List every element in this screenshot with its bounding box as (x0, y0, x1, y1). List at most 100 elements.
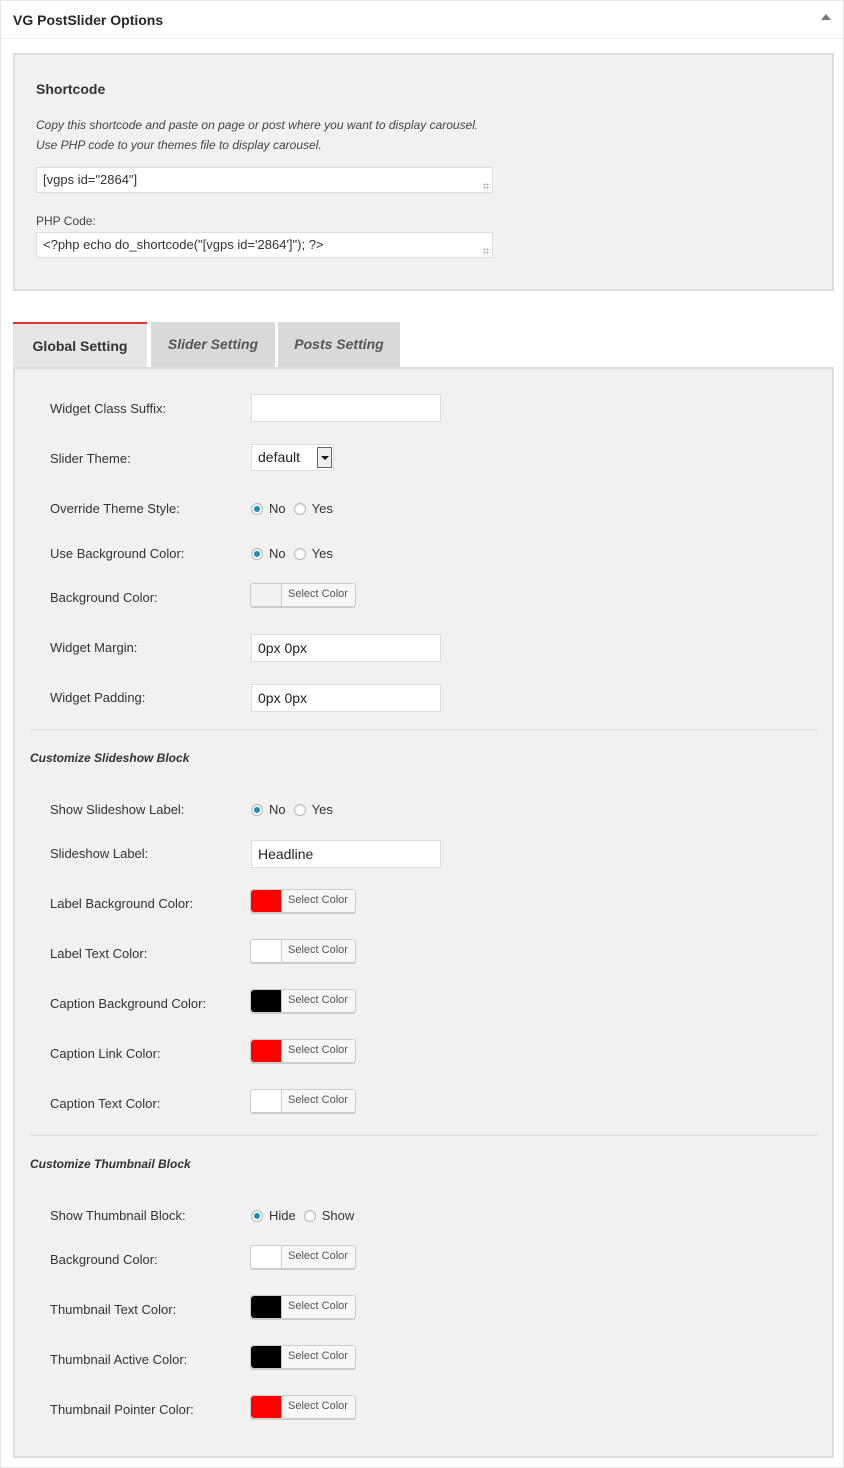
divider (31, 1135, 817, 1136)
select-color-label: Select Color (288, 1300, 348, 1312)
slider-theme-label: Slider Theme: (50, 451, 131, 466)
color-swatch (251, 584, 282, 606)
thumbnail-pointer-color-picker[interactable]: Select Color (250, 1395, 356, 1419)
thumbnail-pointer-color-label: Thumbnail Pointer Color: (50, 1402, 194, 1417)
show-slideshow-label-radios: No Yes (251, 802, 341, 818)
thumbnail-active-color-label: Thumbnail Active Color: (50, 1352, 188, 1367)
shortcode-value: [vgps id="2864"] (43, 172, 138, 187)
select-color-label: Select Color (288, 1350, 348, 1362)
color-swatch (251, 1040, 282, 1062)
select-color-label: Select Color (288, 1250, 348, 1262)
caption-text-color-label: Caption Text Color: (50, 1096, 161, 1111)
widget-class-suffix-input[interactable] (251, 394, 441, 422)
thumbnail-show-label: Show (321, 1208, 355, 1223)
metabox-header[interactable]: VG PostSlider Options (1, 1, 843, 39)
php-code-textarea[interactable]: <?php echo do_shortcode("[vgps id='2864'… (36, 232, 493, 258)
slider-theme-value: default (258, 449, 301, 465)
color-swatch (251, 1396, 282, 1418)
show-label-yes-radio[interactable] (293, 804, 306, 816)
slider-theme-select[interactable]: default (251, 444, 334, 471)
shortcode-textarea[interactable]: [vgps id="2864"] (36, 167, 493, 193)
override-yes-radio[interactable] (293, 503, 306, 515)
collapse-arrow-icon[interactable] (821, 14, 831, 20)
show-slideshow-label-label: Show Slideshow Label: (50, 802, 185, 817)
show-label-no-label: No (269, 802, 286, 817)
select-color-label: Select Color (288, 944, 348, 956)
caption-link-color-picker[interactable]: Select Color (250, 1039, 356, 1063)
use-background-color-label: Use Background Color: (50, 546, 185, 561)
php-code-value: <?php echo do_shortcode("[vgps id='2864'… (43, 237, 324, 252)
thumbnail-active-color-picker[interactable]: Select Color (250, 1345, 356, 1369)
background-color-picker[interactable]: Select Color (250, 583, 356, 607)
thumbnail-background-color-label: Background Color: (50, 1252, 158, 1267)
widget-margin-input[interactable]: 0px 0px (251, 634, 441, 662)
select-color-label: Select Color (288, 994, 348, 1006)
caption-text-color-picker[interactable]: Select Color (250, 1089, 356, 1113)
shortcode-panel: Shortcode Copy this shortcode and paste … (13, 53, 834, 291)
thumbnail-text-color-picker[interactable]: Select Color (250, 1295, 356, 1319)
override-theme-style-radios: No Yes (251, 501, 341, 517)
widget-class-suffix-label: Widget Class Suffix: (50, 401, 167, 416)
chevron-down-icon[interactable] (317, 447, 332, 468)
global-settings-panel (13, 367, 834, 1458)
vg-postslider-metabox: VG PostSlider Options Shortcode Copy thi… (0, 0, 844, 1468)
color-swatch (251, 1246, 282, 1268)
color-swatch (251, 890, 282, 912)
override-theme-style-label: Override Theme Style: (50, 501, 180, 516)
color-swatch (251, 1346, 282, 1368)
shortcode-description: Copy this shortcode and paste on page or… (36, 115, 478, 155)
caption-link-color-label: Caption Link Color: (50, 1046, 161, 1061)
use-bg-yes-radio[interactable] (293, 548, 306, 560)
color-swatch (251, 940, 282, 962)
thumbnail-hide-label: Hide (269, 1208, 296, 1223)
shortcode-desc-line2: Use PHP code to your themes file to disp… (36, 138, 322, 152)
shortcode-heading: Shortcode (36, 81, 106, 97)
use-bg-yes-label: Yes (311, 546, 333, 561)
widget-margin-label: Widget Margin: (50, 640, 138, 655)
show-thumbnail-block-label: Show Thumbnail Block: (50, 1208, 186, 1223)
resize-grip-icon[interactable] (483, 183, 490, 190)
label-text-color-picker[interactable]: Select Color (250, 939, 356, 963)
color-swatch (251, 990, 282, 1012)
use-bg-no-radio[interactable] (251, 548, 263, 560)
slideshow-label-input[interactable]: Headline (251, 840, 441, 868)
tab-global-setting[interactable]: Global Setting (13, 322, 147, 368)
label-background-color-label: Label Background Color: (50, 896, 194, 911)
slideshow-section-title: Customize Slideshow Block (30, 751, 190, 765)
show-label-yes-label: Yes (311, 802, 333, 817)
label-background-color-picker[interactable]: Select Color (250, 889, 356, 913)
use-bg-no-label: No (269, 546, 286, 561)
slideshow-label-label: Slideshow Label: (50, 846, 149, 861)
resize-grip-icon[interactable] (483, 248, 490, 255)
thumbnail-show-radio[interactable] (303, 1210, 316, 1222)
divider (31, 729, 817, 730)
override-no-radio[interactable] (251, 503, 263, 515)
show-thumbnail-block-radios: Hide Show (251, 1208, 362, 1224)
widget-padding-label: Widget Padding: (50, 690, 146, 705)
override-yes-label: Yes (311, 501, 333, 516)
metabox-title: VG PostSlider Options (13, 12, 164, 28)
shortcode-desc-line1: Copy this shortcode and paste on page or… (36, 118, 479, 132)
tab-posts-setting[interactable]: Posts Setting (278, 322, 400, 368)
select-color-label: Select Color (288, 894, 348, 906)
label-text-color-label: Label Text Color: (50, 946, 148, 961)
select-color-label: Select Color (288, 588, 348, 600)
select-color-label: Select Color (288, 1044, 348, 1056)
color-swatch (251, 1296, 282, 1318)
thumbnail-text-color-label: Thumbnail Text Color: (50, 1302, 177, 1317)
use-background-color-radios: No Yes (251, 546, 341, 562)
caption-background-color-label: Caption Background Color: (50, 996, 207, 1011)
thumbnail-hide-radio[interactable] (251, 1210, 263, 1222)
tab-slider-setting[interactable]: Slider Setting (151, 322, 275, 368)
thumbnail-background-color-picker[interactable]: Select Color (250, 1245, 356, 1269)
php-code-label: PHP Code: (36, 214, 96, 228)
override-no-label: No (269, 501, 286, 516)
caption-background-color-picker[interactable]: Select Color (250, 989, 356, 1013)
select-color-label: Select Color (288, 1400, 348, 1412)
thumbnail-section-title: Customize Thumbnail Block (30, 1157, 191, 1171)
show-label-no-radio[interactable] (251, 804, 263, 816)
color-swatch (251, 1090, 282, 1112)
widget-padding-input[interactable]: 0px 0px (251, 684, 441, 712)
background-color-label: Background Color: (50, 590, 158, 605)
select-color-label: Select Color (288, 1094, 348, 1106)
